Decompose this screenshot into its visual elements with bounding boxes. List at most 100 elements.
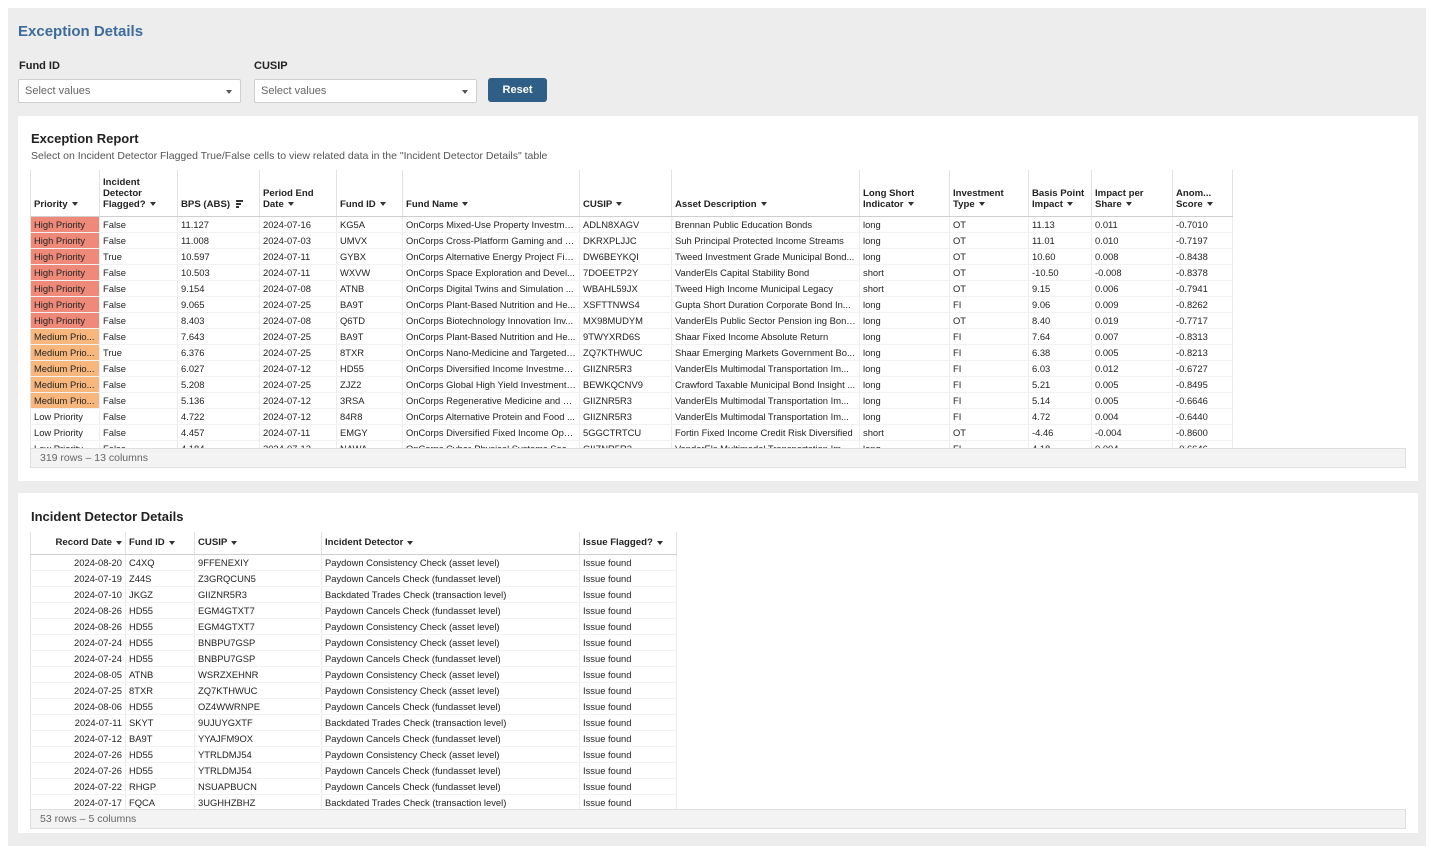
table-cell: -0.8262	[1172, 296, 1233, 313]
flagged-cell[interactable]: False	[99, 424, 178, 441]
col-header-anomaly-score[interactable]: Anom... Score	[1172, 170, 1233, 217]
table-cell: HD55	[125, 602, 195, 619]
table-cell: GIIZNR5R3	[579, 408, 672, 425]
table-row[interactable]: 2024-07-26 HD55 YTRLDMJ54 Paydown Cancels C…	[30, 762, 677, 779]
col-header-bps-abs[interactable]: BPS (ABS)	[177, 170, 260, 217]
table-cell: 8TXR	[336, 344, 403, 361]
flagged-cell[interactable]: False	[99, 216, 178, 233]
flagged-cell[interactable]: True	[99, 344, 178, 361]
table-cell: FQCA	[125, 794, 195, 811]
col-header-record-date[interactable]: Record Date	[30, 532, 126, 555]
table-cell: -0.004	[1091, 424, 1173, 441]
flagged-cell[interactable]: False	[99, 328, 178, 345]
col-header-fund-name[interactable]: Fund Name	[402, 170, 580, 217]
col-header-fund-id[interactable]: Fund ID	[336, 170, 403, 217]
chevron-down-icon	[760, 201, 767, 206]
flagged-cell[interactable]: False	[99, 232, 178, 249]
flagged-cell[interactable]: False	[99, 264, 178, 281]
table-row[interactable]: 2024-07-24 HD55 BNBPU7GSP Paydown Cancels C…	[30, 650, 677, 667]
table-row[interactable]: Medium Prio... False 7.643 2024-07-25 BA9T On…	[30, 328, 1233, 345]
reset-button[interactable]: Reset	[488, 78, 547, 102]
table-row[interactable]: Medium Prio... False 5.136 2024-07-12 3RSA On…	[30, 392, 1233, 409]
table-cell: FI	[949, 360, 1029, 377]
flagged-cell[interactable]: True	[99, 248, 178, 265]
table-row[interactable]: High Priority False 9.065 2024-07-25 BA9T OnC…	[30, 296, 1233, 313]
table-row[interactable]: High Priority True 10.597 2024-07-11 GYBX OnC…	[30, 248, 1233, 265]
table-row[interactable]: 2024-07-10 JKGZ GIIZNR5R3 Backdated Trades …	[30, 586, 677, 603]
table-row[interactable]: Medium Prio... False 5.208 2024-07-25 ZJZ2 On…	[30, 376, 1233, 393]
table-cell: Paydown Consistency Check (asset level)	[321, 634, 580, 651]
table-row[interactable]: High Priority False 10.503 2024-07-11 WXVW On…	[30, 264, 1233, 281]
table-row[interactable]: 2024-07-24 HD55 BNBPU7GSP Paydown Consisten…	[30, 634, 677, 651]
table-cell: 7DOEETP2Y	[579, 264, 672, 281]
table-cell: Issue found	[579, 650, 677, 667]
col-header-asset-description[interactable]: Asset Description	[671, 170, 860, 217]
col-header-incident-detector[interactable]: Incident Detector	[321, 532, 580, 555]
table-row[interactable]: Medium Prio... True 6.376 2024-07-25 8TXR OnC…	[30, 344, 1233, 361]
table-cell: 9FFENEXIY	[194, 554, 322, 571]
table-row[interactable]: 2024-08-05 ATNB WSRZXEHNR Paydown Consisten…	[30, 666, 677, 683]
flagged-cell[interactable]: False	[99, 312, 178, 329]
table-cell: 2024-07-11	[259, 424, 337, 441]
table-row[interactable]: 2024-07-26 HD55 YTRLDMJ54 Paydown Consisten…	[30, 746, 677, 763]
table-cell: OnCorps Digital Twins and Simulation ...	[402, 280, 580, 297]
table-row[interactable]: 2024-07-25 8TXR ZQ7KTHWUC Paydown Consisten…	[30, 682, 677, 699]
table-cell: Paydown Consistency Check (asset level)	[321, 746, 580, 763]
table-cell: 9UJUYGXTF	[194, 714, 322, 731]
table-row[interactable]: 2024-07-22 RHGP NSUAPBUCN Paydown Cancels C…	[30, 778, 677, 795]
table-cell: Backdated Trades Check (transaction leve…	[321, 714, 580, 731]
table-cell: Gupta Short Duration Corporate Bond In..…	[671, 296, 860, 313]
table-row[interactable]: Low Priority False 4.457 2024-07-11 EMGY OnCo…	[30, 424, 1233, 441]
table-row[interactable]: High Priority False 8.403 2024-07-08 Q6TD OnC…	[30, 312, 1233, 329]
col-header-priority[interactable]: Priority	[30, 170, 100, 217]
col-header-investment-type[interactable]: Investment Type	[949, 170, 1029, 217]
col-header-issue-flagged[interactable]: Issue Flagged?	[579, 532, 677, 555]
table-cell: Q6TD	[336, 312, 403, 329]
table-cell: OnCorps Alternative Protein and Food ...	[402, 408, 580, 425]
col-header-cusip[interactable]: CUSIP	[579, 170, 672, 217]
table-cell: 3UGHHZBHZ	[194, 794, 322, 811]
table-row[interactable]: High Priority False 11.127 2024-07-16 KG5A On…	[30, 216, 1233, 233]
col-header-fund-id[interactable]: Fund ID	[125, 532, 195, 555]
col-header-impact-per-share[interactable]: Impact per Share	[1091, 170, 1173, 217]
table-row[interactable]: High Priority False 9.154 2024-07-08 ATNB OnC…	[30, 280, 1233, 297]
table-row[interactable]: Medium Prio... False 6.027 2024-07-12 HD55 On…	[30, 360, 1233, 377]
exception-report-card: Exception Report Select on Incident Dete…	[18, 116, 1418, 481]
col-header-basis-point-impact[interactable]: Basis Point Impact	[1028, 170, 1092, 217]
table-cell: ZQ7KTHWUC	[579, 344, 672, 361]
col-header-long-short[interactable]: Long Short Indicator	[859, 170, 950, 217]
table-row[interactable]: 2024-08-20 C4XQ 9FFENEXIY Paydown Consisten…	[30, 554, 677, 571]
table-cell: OT	[949, 424, 1029, 441]
flagged-cell[interactable]: False	[99, 280, 178, 297]
table-cell: 2024-08-06	[30, 698, 126, 715]
table-cell: ZQ7KTHWUC	[194, 682, 322, 699]
fund-id-select[interactable]: Select values	[18, 79, 241, 103]
flagged-cell[interactable]: False	[99, 392, 178, 409]
exception-report-subtitle: Select on Incident Detector Flagged True…	[31, 150, 548, 162]
col-header-cusip[interactable]: CUSIP	[194, 532, 322, 555]
table-cell: VanderEls Public Sector Pension ing Bond…	[671, 312, 860, 329]
cusip-select[interactable]: Select values	[254, 79, 477, 103]
flagged-cell[interactable]: False	[99, 376, 178, 393]
table-row[interactable]: 2024-07-17 FQCA 3UGHHZBHZ Backdated Trades …	[30, 794, 677, 811]
chevron-down-icon	[287, 201, 294, 206]
table-cell: BNBPU7GSP	[194, 650, 322, 667]
table-row[interactable]: 2024-08-26 HD55 EGM4GTXT7 Paydown Cancels C…	[30, 602, 677, 619]
table-cell: Z44S	[125, 570, 195, 587]
flagged-cell[interactable]: False	[99, 296, 178, 313]
flagged-cell[interactable]: False	[99, 408, 178, 425]
table-cell: ZJZ2	[336, 376, 403, 393]
flagged-cell[interactable]: False	[99, 360, 178, 377]
col-header-period-end-date[interactable]: Period End Date	[259, 170, 337, 217]
table-cell: 2024-08-05	[30, 666, 126, 683]
table-row[interactable]: 2024-08-26 HD55 EGM4GTXT7 Paydown Consisten…	[30, 618, 677, 635]
table-row[interactable]: Low Priority False 4.722 2024-07-12 84R8 OnCo…	[30, 408, 1233, 425]
exception-report-title: Exception Report	[31, 131, 139, 146]
table-cell: long	[859, 376, 950, 393]
table-row[interactable]: 2024-07-12 BA9T YYAJFM9OX Paydown Cancels C…	[30, 730, 677, 747]
table-row[interactable]: 2024-08-06 HD55 OZ4WWRNPE Paydown Cancels C…	[30, 698, 677, 715]
table-row[interactable]: High Priority False 11.008 2024-07-03 UMVX On…	[30, 232, 1233, 249]
table-row[interactable]: 2024-07-19 Z44S Z3GRQCUN5 Paydown Cancels C…	[30, 570, 677, 587]
col-header-incident-flagged[interactable]: Incident Detector Flagged?	[99, 170, 178, 217]
table-row[interactable]: 2024-07-11 SKYT 9UJUYGXTF Backdated Trades …	[30, 714, 677, 731]
